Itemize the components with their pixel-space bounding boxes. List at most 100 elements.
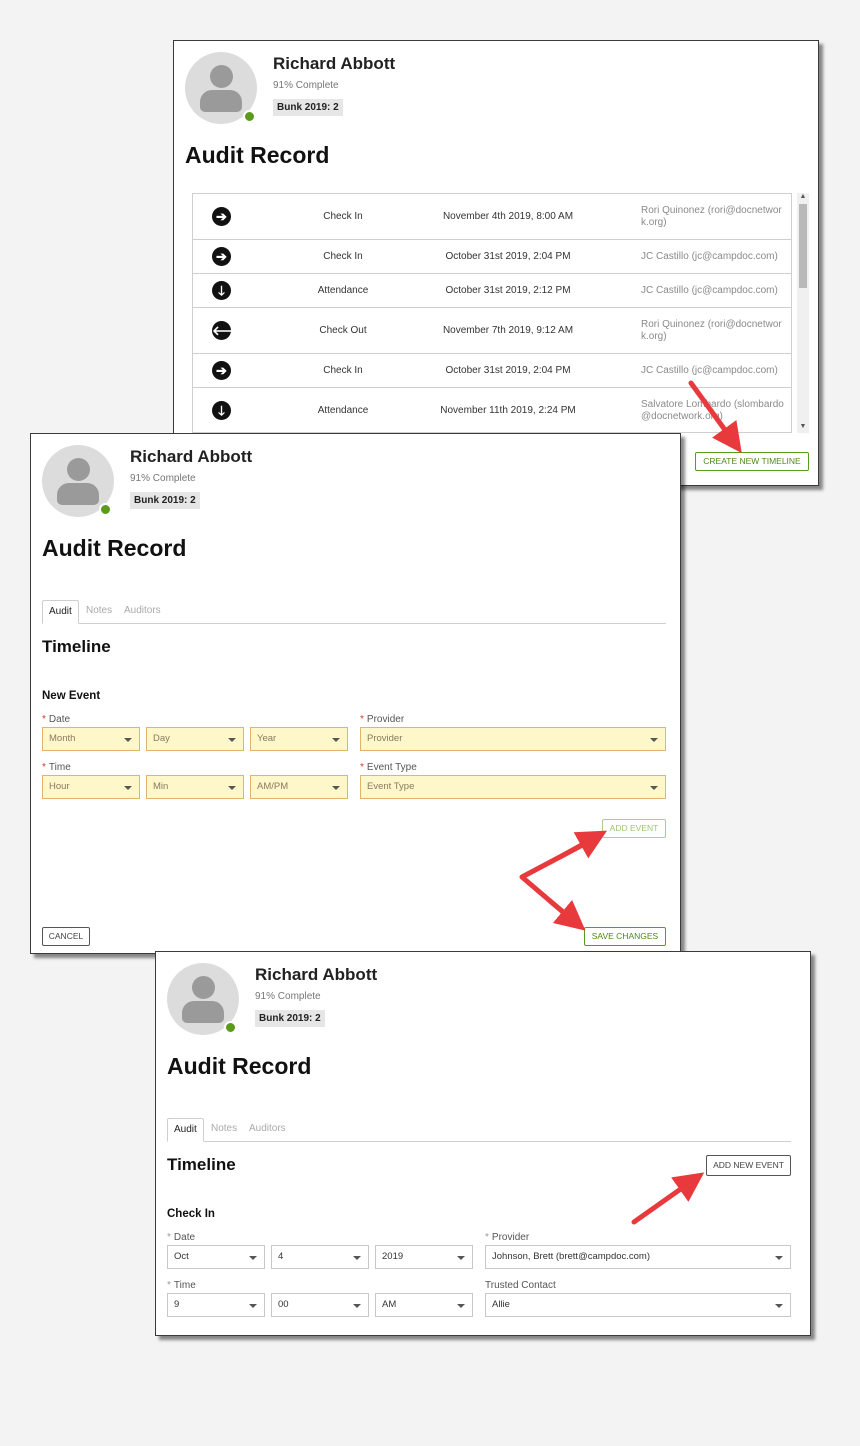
scrollbar-thumb[interactable] (799, 204, 807, 288)
arrow-down-icon: 🡓 (212, 401, 231, 420)
provider-cell: JC Castillo (jc@campdoc.com) (641, 251, 778, 262)
event-type-select[interactable]: Event Type (360, 775, 666, 799)
profile-name: Richard Abbott (255, 965, 378, 984)
chevron-down-icon (332, 786, 340, 790)
chevron-down-icon (249, 1256, 257, 1260)
event-date-cell: November 7th 2019, 9:12 AM (442, 325, 574, 336)
chevron-down-icon (249, 1304, 257, 1308)
year-select[interactable]: Year (250, 727, 348, 751)
add-new-event-button[interactable]: ADD NEW EVENT (706, 1155, 791, 1176)
bunk-badge: Bunk 2019: 2 (255, 1010, 325, 1027)
chevron-down-icon (332, 738, 340, 742)
bunk-badge: Bunk 2019: 2 (130, 492, 200, 509)
new-event-panel: Richard Abbott 91% Complete Bunk 2019: 2… (30, 433, 681, 954)
event-type-cell: Attendance (317, 285, 369, 296)
day-select[interactable]: Day (146, 727, 244, 751)
cancel-button[interactable]: CANCEL (42, 927, 90, 946)
provider-select[interactable]: Johnson, Brett (brett@campdoc.com) (485, 1245, 791, 1269)
page-title: Audit Record (42, 535, 187, 561)
event-date-cell: November 11th 2019, 2:24 PM (440, 405, 576, 416)
profile-complete: 91% Complete (130, 473, 196, 484)
provider-cell: Salvatore Lombardo (slombardo@docnetwork… (641, 399, 784, 422)
year-select[interactable]: 2019 (375, 1245, 473, 1269)
profile-complete: 91% Complete (273, 80, 339, 91)
profile-complete: 91% Complete (255, 991, 321, 1002)
provider-label: * Provider (360, 714, 405, 725)
arrow-left-icon: 🡐 (212, 321, 247, 340)
chevron-down-icon (650, 786, 658, 790)
table-row[interactable]: 🡐 Check Out November 7th 2019, 9:12 AM R… (193, 308, 791, 354)
day-select[interactable]: 4 (271, 1245, 369, 1269)
provider-label: * Provider (485, 1232, 530, 1243)
tab-notes[interactable]: Notes (205, 1118, 243, 1142)
chevron-down-icon (775, 1304, 783, 1308)
create-new-timeline-button[interactable]: CREATE NEW TIMELINE (695, 452, 809, 471)
table-row[interactable]: ➔ Check In October 31st 2019, 2:04 PM JC… (193, 354, 791, 388)
trusted-contact-select[interactable]: Allie (485, 1293, 791, 1317)
minute-select[interactable]: Min (146, 775, 244, 799)
chevron-down-icon (353, 1304, 361, 1308)
provider-select[interactable]: Provider (360, 727, 666, 751)
chevron-down-icon (457, 1304, 465, 1308)
bunk-badge: Bunk 2019: 2 (273, 99, 343, 116)
new-event-heading: New Event (42, 690, 101, 702)
chevron-down-icon (457, 1256, 465, 1260)
event-type-cell: Check In (323, 365, 363, 376)
month-select[interactable]: Month (42, 727, 140, 751)
table-row[interactable]: ➔ Check In October 31st 2019, 2:04 PM JC… (193, 240, 791, 274)
table-row[interactable]: 🡓 Attendance October 31st 2019, 2:12 PM … (193, 274, 791, 308)
chevron-down-icon (775, 1256, 783, 1260)
record-tabs: Audit Notes Auditors (42, 600, 666, 624)
tab-notes[interactable]: Notes (80, 600, 118, 624)
profile-name: Richard Abbott (130, 447, 253, 466)
hour-select[interactable]: 9 (167, 1293, 265, 1317)
event-type-label: * Event Type (360, 762, 417, 773)
provider-cell: Rori Quinonez (rori@docnetwork.org) (641, 205, 782, 228)
online-status-dot (99, 503, 112, 516)
online-status-dot (224, 1021, 237, 1034)
chevron-down-icon (353, 1256, 361, 1260)
record-tabs: Audit Notes Auditors (167, 1118, 791, 1142)
save-changes-button[interactable]: SAVE CHANGES (584, 927, 666, 946)
profile-name: Richard Abbott (273, 54, 396, 73)
check-in-event-panel: Richard Abbott 91% Complete Bunk 2019: 2… (155, 951, 811, 1336)
tab-auditors[interactable]: Auditors (118, 600, 167, 624)
tab-auditors[interactable]: Auditors (243, 1118, 292, 1142)
date-label: * Date (42, 714, 71, 725)
ampm-select[interactable]: AM/PM (250, 775, 348, 799)
chevron-down-icon (650, 738, 658, 742)
event-type-cell: Attendance (317, 405, 369, 416)
time-label: * Time (167, 1280, 196, 1291)
check-in-heading: Check In (167, 1208, 215, 1220)
table-row[interactable]: 🡓 Attendance November 11th 2019, 2:24 PM… (193, 388, 791, 432)
chevron-down-icon (124, 786, 132, 790)
scroll-down-icon[interactable]: ▼ (797, 423, 809, 430)
audit-record-list-panel: Richard Abbott 91% Complete Bunk 2019: 2… (173, 40, 819, 486)
tab-audit[interactable]: Audit (167, 1118, 204, 1142)
event-type-cell: Check In (323, 251, 363, 262)
arrow-right-icon: ➔ (212, 361, 231, 380)
arrow-down-icon: 🡓 (212, 281, 231, 300)
month-select[interactable]: Oct (167, 1245, 265, 1269)
provider-cell: Rori Quinonez (rori@docnetwork.org) (641, 319, 782, 342)
add-event-button[interactable]: ADD EVENT (602, 819, 666, 838)
event-type-cell: Check In (323, 211, 363, 222)
minute-select[interactable]: 00 (271, 1293, 369, 1317)
provider-cell: JC Castillo (jc@campdoc.com) (641, 365, 778, 376)
time-label: * Time (42, 762, 71, 773)
chevron-down-icon (228, 738, 236, 742)
event-date-cell: October 31st 2019, 2:04 PM (445, 251, 571, 262)
table-row[interactable]: ➔ Check In November 4th 2019, 8:00 AM Ro… (193, 194, 791, 240)
scroll-up-icon[interactable]: ▲ (797, 193, 809, 200)
provider-cell: JC Castillo (jc@campdoc.com) (641, 285, 778, 296)
page-title: Audit Record (185, 142, 330, 168)
event-date-cell: October 31st 2019, 2:04 PM (445, 365, 571, 376)
event-date-cell: October 31st 2019, 2:12 PM (445, 285, 571, 296)
chevron-down-icon (124, 738, 132, 742)
hour-select[interactable]: Hour (42, 775, 140, 799)
online-status-dot (243, 110, 256, 123)
date-label: * Date (167, 1232, 196, 1243)
tab-audit[interactable]: Audit (42, 600, 79, 624)
ampm-select[interactable]: AM (375, 1293, 473, 1317)
timeline-heading: Timeline (167, 1155, 236, 1174)
